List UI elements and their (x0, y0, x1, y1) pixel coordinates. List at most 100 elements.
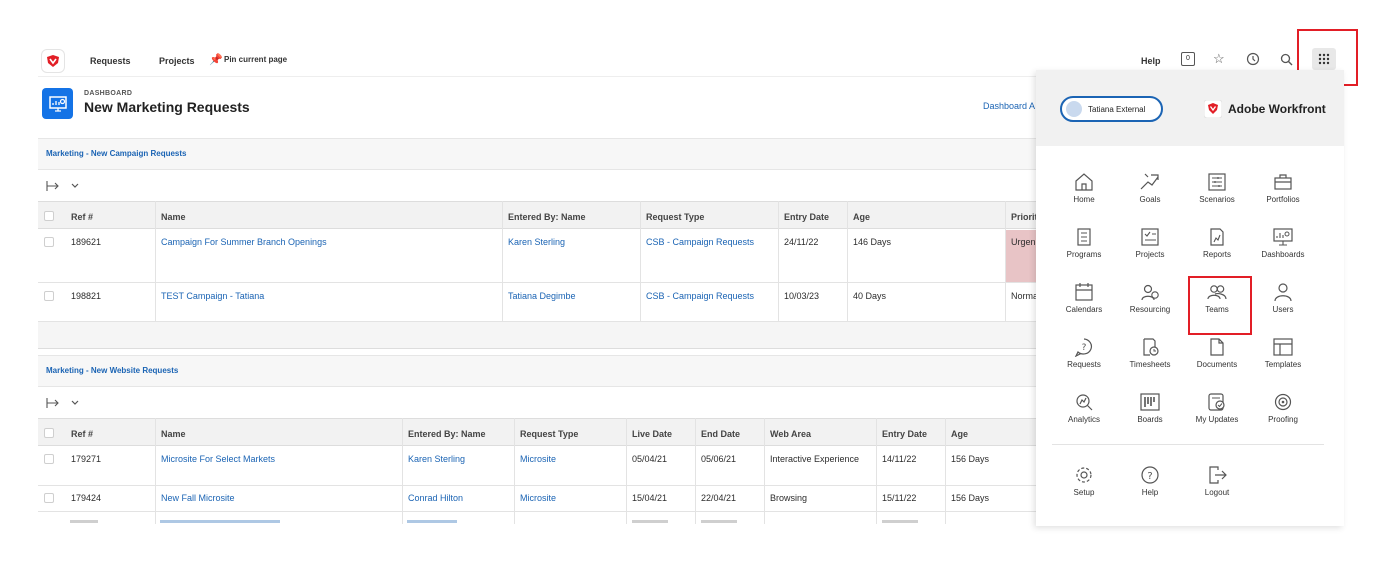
request-type-link[interactable]: CSB - Campaign Requests (646, 291, 754, 301)
chevron-down-icon[interactable] (71, 400, 79, 406)
app-label: Programs (1066, 250, 1102, 259)
app-label: Portfolios (1266, 195, 1300, 204)
app-analytics[interactable]: Analytics (1054, 392, 1114, 424)
col-header[interactable]: End Date (701, 429, 740, 439)
history-icon[interactable] (1246, 52, 1260, 66)
export-icon[interactable] (46, 397, 60, 409)
app-label: Resourcing (1129, 305, 1171, 314)
table-footer (38, 322, 1038, 349)
col-header[interactable]: Ref # (71, 429, 93, 439)
app-documents[interactable]: Documents (1187, 337, 1247, 369)
row-checkbox[interactable] (44, 454, 54, 464)
app-label: Boards (1137, 415, 1163, 424)
app-label: Dashboards (1261, 250, 1305, 259)
request-type-link[interactable]: Microsite (520, 454, 556, 464)
search-icon[interactable] (1280, 53, 1293, 66)
app-label: Projects (1135, 250, 1165, 259)
app-boards[interactable]: Boards (1120, 392, 1180, 424)
entered-by-link[interactable]: Karen Sterling (508, 237, 565, 247)
col-header[interactable]: Entry Date (882, 429, 927, 439)
live-date-cell: 05/04/21 (632, 454, 668, 464)
col-header[interactable]: Age (951, 429, 968, 439)
col-header[interactable]: Live Date (632, 429, 672, 439)
chevron-down-icon[interactable] (71, 183, 79, 189)
workfront-logo-button[interactable] (42, 50, 64, 72)
row-checkbox[interactable] (44, 493, 54, 503)
app-programs[interactable]: Programs (1054, 227, 1114, 259)
star-icon[interactable]: ☆ (1213, 51, 1225, 67)
app-label: Templates (1264, 360, 1302, 369)
name-link[interactable]: Microsite For Select Markets (161, 454, 275, 464)
col-header[interactable]: Entry Date (784, 212, 829, 222)
age-cell: 146 Days (853, 237, 892, 247)
app-help[interactable]: ? Help (1120, 465, 1180, 497)
users-icon (1274, 283, 1292, 302)
app-logout[interactable]: Logout (1187, 465, 1247, 497)
ref-cell: 198821 (71, 291, 102, 301)
updates-count-badge[interactable]: 0 (1181, 52, 1195, 66)
app-timesheets[interactable]: Timesheets (1120, 337, 1180, 369)
col-header[interactable]: Priorit (1011, 212, 1038, 222)
col-header[interactable]: Ref # (71, 212, 93, 222)
name-link[interactable]: Campaign For Summer Branch Openings (161, 237, 327, 247)
requests-icon: ? (1074, 338, 1093, 357)
select-all-checkbox[interactable] (44, 211, 54, 221)
user-profile-button[interactable]: Tatiana External (1060, 96, 1163, 122)
nav-projects[interactable]: Projects (159, 56, 195, 66)
app-calendars[interactable]: Calendars (1054, 282, 1114, 314)
col-header[interactable]: Request Type (646, 212, 704, 222)
app-users[interactable]: Users (1253, 282, 1313, 314)
table-header: Ref # Name Entered By: Name Request Type… (38, 201, 1038, 229)
section-title[interactable]: Marketing - New Website Requests (46, 366, 178, 375)
entered-by-link[interactable]: Karen Sterling (408, 454, 465, 464)
calendars-icon (1075, 283, 1093, 301)
pin-current-page[interactable]: Pin current page (224, 55, 287, 64)
age-cell: 156 Days (951, 454, 990, 464)
row-checkbox[interactable] (44, 291, 54, 301)
col-header[interactable]: Entered By: Name (408, 429, 486, 439)
projects-icon (1141, 228, 1159, 246)
col-header[interactable]: Entered By: Name (508, 212, 586, 222)
app-home[interactable]: Home (1054, 172, 1114, 204)
entered-by-link[interactable]: Conrad Hilton (408, 493, 463, 503)
app-portfolios[interactable]: Portfolios (1253, 172, 1313, 204)
app-scenarios[interactable]: Scenarios (1187, 172, 1247, 204)
app-projects[interactable]: Projects (1120, 227, 1180, 259)
app-requests[interactable]: ? Requests (1054, 337, 1114, 369)
col-header[interactable]: Age (853, 212, 870, 222)
col-header[interactable]: Name (161, 212, 186, 222)
resourcing-icon (1141, 284, 1159, 301)
entry-date-cell: 14/11/22 (882, 454, 917, 464)
app-templates[interactable]: Templates (1253, 337, 1313, 369)
app-setup[interactable]: Setup (1054, 465, 1114, 497)
priority-cell: Urgen (1011, 237, 1036, 247)
ref-cell: 179271 (71, 454, 102, 464)
help-link[interactable]: Help (1141, 56, 1161, 66)
app-label: Logout (1204, 488, 1230, 497)
select-all-checkbox[interactable] (44, 428, 54, 438)
app-goals[interactable]: Goals (1120, 172, 1180, 204)
entered-by-link[interactable]: Tatiana Degimbe (508, 291, 576, 301)
app-resourcing[interactable]: Resourcing (1120, 282, 1180, 314)
workfront-logo-icon (47, 55, 59, 67)
brand: Adobe Workfront (1204, 100, 1326, 118)
section-title[interactable]: Marketing - New Campaign Requests (46, 149, 186, 158)
dashboard-actions-link[interactable]: Dashboard A (983, 101, 1035, 111)
row-checkbox[interactable] (44, 237, 54, 247)
end-date-cell: 22/04/21 (701, 493, 737, 503)
app-reports[interactable]: Reports (1187, 227, 1247, 259)
app-proofing[interactable]: Proofing (1253, 392, 1313, 424)
export-icon[interactable] (46, 180, 60, 192)
nav-requests[interactable]: Requests (90, 56, 131, 66)
name-link[interactable]: New Fall Microsite (161, 493, 235, 503)
avatar (1066, 101, 1082, 117)
app-dashboards[interactable]: Dashboards (1253, 227, 1313, 259)
app-my-updates[interactable]: My Updates (1187, 392, 1247, 424)
col-header[interactable]: Name (161, 429, 186, 439)
name-link[interactable]: TEST Campaign - Tatiana (161, 291, 264, 301)
col-header[interactable]: Web Area (770, 429, 811, 439)
col-header[interactable]: Request Type (520, 429, 578, 439)
request-type-link[interactable]: CSB - Campaign Requests (646, 237, 754, 247)
app-label: Analytics (1067, 415, 1100, 424)
request-type-link[interactable]: Microsite (520, 493, 556, 503)
